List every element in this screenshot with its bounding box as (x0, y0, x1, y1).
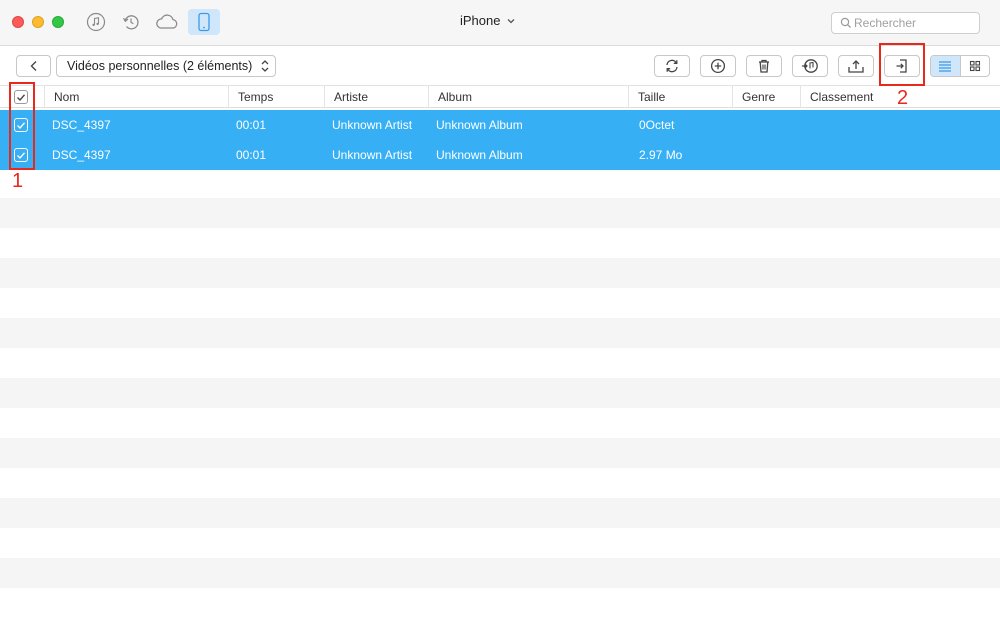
search-input[interactable] (854, 16, 972, 30)
title-bar: iPhone (0, 0, 1000, 46)
cell-artist: Unknown Artist (332, 148, 413, 162)
cell-time: 00:01 (236, 118, 267, 132)
annotation-box-checkboxes (9, 82, 35, 170)
search-icon (840, 17, 852, 29)
refresh-button[interactable] (654, 55, 690, 77)
annotation-box-export (879, 43, 925, 86)
chevron-down-icon (508, 18, 515, 23)
restore-icon[interactable] (115, 9, 147, 35)
music-icon[interactable] (80, 9, 112, 35)
send-to-itunes-button[interactable] (792, 55, 828, 77)
cell-album: Unknown Album (436, 118, 523, 132)
empty-row (0, 558, 1000, 588)
annotation-label-2: 2 (897, 87, 909, 109)
category-dropdown[interactable]: Vidéos personnelles (2 éléments) (56, 55, 276, 77)
cell-size: 2.97 Mo (639, 148, 683, 162)
cell-time: 00:01 (236, 148, 267, 162)
empty-row (0, 258, 1000, 288)
annotation-label-1: 1 (12, 170, 24, 192)
refresh-icon (666, 59, 678, 73)
zoom-window-button[interactable] (52, 16, 64, 28)
empty-row (0, 198, 1000, 228)
grid-view-button[interactable] (961, 56, 990, 76)
list-view-button[interactable] (931, 56, 961, 76)
close-window-button[interactable] (12, 16, 24, 28)
column-header-time[interactable]: Temps (228, 86, 325, 108)
add-button[interactable] (700, 55, 736, 77)
device-selector[interactable]: iPhone (460, 13, 516, 28)
table-header: Nom Temps Artiste Album Taille Genre Cla… (0, 86, 1000, 108)
phone-icon[interactable] (188, 9, 220, 35)
search-box[interactable] (831, 12, 980, 34)
column-header-genre[interactable]: Genre (732, 86, 801, 108)
chevron-left-icon (30, 61, 36, 71)
delete-button[interactable] (746, 55, 782, 77)
to-itunes-icon (802, 59, 818, 73)
column-header-artist[interactable]: Artiste (324, 86, 429, 108)
column-header-album[interactable]: Album (428, 86, 629, 108)
cell-album: Unknown Album (436, 148, 523, 162)
trash-icon (759, 59, 769, 73)
table-row[interactable]: DSC_4397 00:01 Unknown Artist Unknown Al… (0, 140, 1000, 170)
back-button[interactable] (16, 55, 51, 77)
updown-arrows-icon (261, 60, 269, 72)
empty-row (0, 438, 1000, 468)
cell-artist: Unknown Artist (332, 118, 413, 132)
empty-row (0, 318, 1000, 348)
cloud-icon[interactable] (151, 9, 183, 35)
empty-row (0, 378, 1000, 408)
add-icon (710, 58, 726, 74)
grid-view-icon (969, 60, 980, 72)
empty-row (0, 498, 1000, 528)
view-mode-toggle (930, 55, 990, 77)
send-to-device-button[interactable] (838, 55, 874, 77)
table-body: DSC_4397 00:01 Unknown Artist Unknown Al… (0, 108, 1000, 620)
table-row[interactable]: DSC_4397 00:01 Unknown Artist Unknown Al… (0, 110, 1000, 140)
toolbar: Vidéos personnelles (2 éléments) (0, 46, 1000, 86)
cell-name: DSC_4397 (52, 118, 111, 132)
cell-size: 0Octet (639, 118, 675, 132)
cell-name: DSC_4397 (52, 148, 111, 162)
minimize-window-button[interactable] (32, 16, 44, 28)
list-view-icon (939, 61, 952, 72)
category-label: Vidéos personnelles (2 éléments) (67, 59, 253, 73)
column-header-name[interactable]: Nom (44, 86, 229, 108)
to-device-icon (848, 60, 864, 73)
column-header-size[interactable]: Taille (628, 86, 733, 108)
device-title: iPhone (460, 13, 501, 28)
